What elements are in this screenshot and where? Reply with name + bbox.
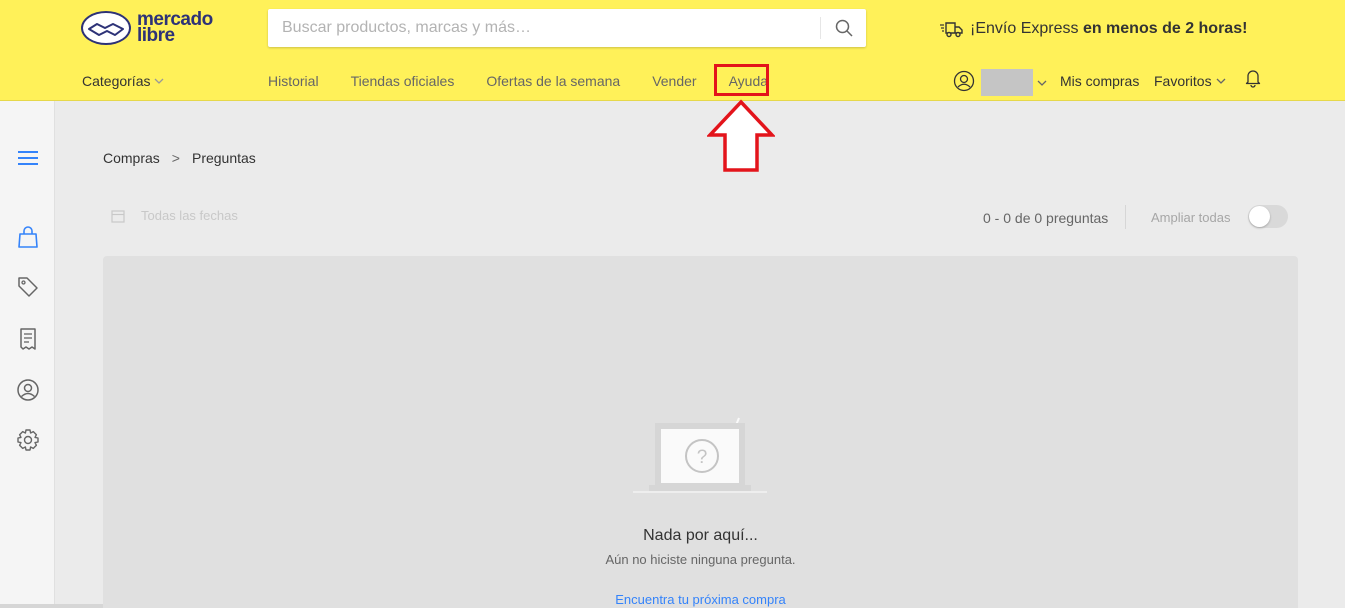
categories-dropdown[interactable]: Categorías <box>82 73 165 89</box>
profile-icon[interactable] <box>16 378 40 402</box>
header: mercado libre ¡Envío Express en menos de… <box>0 0 1345 101</box>
handshake-icon <box>81 11 131 45</box>
favoritos-dropdown[interactable]: Favoritos <box>1154 73 1227 89</box>
divider <box>1125 205 1126 229</box>
expand-all-toggle[interactable] <box>1248 205 1288 228</box>
favoritos-label: Favoritos <box>1154 73 1212 89</box>
nav-tiendas-oficiales[interactable]: Tiendas oficiales <box>351 73 455 89</box>
nav-vender[interactable]: Vender <box>652 73 696 89</box>
nav-historial[interactable]: Historial <box>268 73 319 89</box>
search-button[interactable] <box>821 9 866 47</box>
breadcrumb-preguntas: Preguntas <box>191 150 256 166</box>
categories-label: Categorías <box>82 73 151 89</box>
chevron-down-icon <box>1037 80 1047 86</box>
mis-compras-link[interactable]: Mis compras <box>1060 73 1139 89</box>
questions-count: 0 - 0 de 0 preguntas <box>983 210 1109 226</box>
chevron-down-icon <box>1216 78 1226 84</box>
date-filter[interactable]: Todas las fechas <box>111 208 238 223</box>
notifications-bell[interactable] <box>1244 68 1262 88</box>
toggle-knob <box>1249 206 1270 227</box>
settings-icon[interactable] <box>16 428 40 452</box>
empty-state-subtitle: Aún no hiciste ninguna pregunta. <box>605 552 796 567</box>
up-arrow-annotation-icon <box>707 99 775 172</box>
breadcrumb-compras[interactable]: Compras <box>103 150 160 166</box>
express-promo[interactable]: ¡Envío Express en menos de 2 horas! <box>940 19 1247 39</box>
redacted-username <box>981 69 1033 96</box>
breadcrumb: Compras > Preguntas <box>103 150 256 166</box>
mercadolibre-logo[interactable]: mercado libre <box>81 9 213 46</box>
bell-icon <box>1245 70 1261 88</box>
empty-question-laptop-icon: ? <box>633 417 767 493</box>
tag-icon[interactable] <box>16 275 40 299</box>
find-next-purchase-link[interactable]: Encuentra tu próxima compra <box>0 592 1345 607</box>
breadcrumb-separator: > <box>171 150 180 166</box>
search-box <box>268 9 866 47</box>
receipt-icon[interactable] <box>16 327 40 351</box>
chevron-down-icon <box>155 78 164 84</box>
expand-all-label: Ampliar todas <box>1151 210 1231 225</box>
nav-ofertas-de-la-semana[interactable]: Ofertas de la semana <box>486 73 620 89</box>
shopping-bag-icon[interactable] <box>16 225 40 249</box>
user-avatar-icon <box>953 70 975 92</box>
date-filter-label: Todas las fechas <box>141 208 238 223</box>
svg-text:?: ? <box>697 447 708 468</box>
calendar-icon <box>111 209 125 223</box>
ayuda-highlight-box <box>714 64 769 96</box>
delivery-truck-icon <box>940 22 963 38</box>
menu-icon[interactable] <box>16 146 40 170</box>
empty-state-title: Nada por aquí... <box>643 527 758 544</box>
search-icon <box>835 19 853 37</box>
logo-text: mercado libre <box>137 9 213 46</box>
search-input[interactable] <box>268 9 820 47</box>
user-menu[interactable] <box>953 66 1048 96</box>
promo-text: ¡Envío Express en menos de 2 horas! <box>970 20 1248 37</box>
